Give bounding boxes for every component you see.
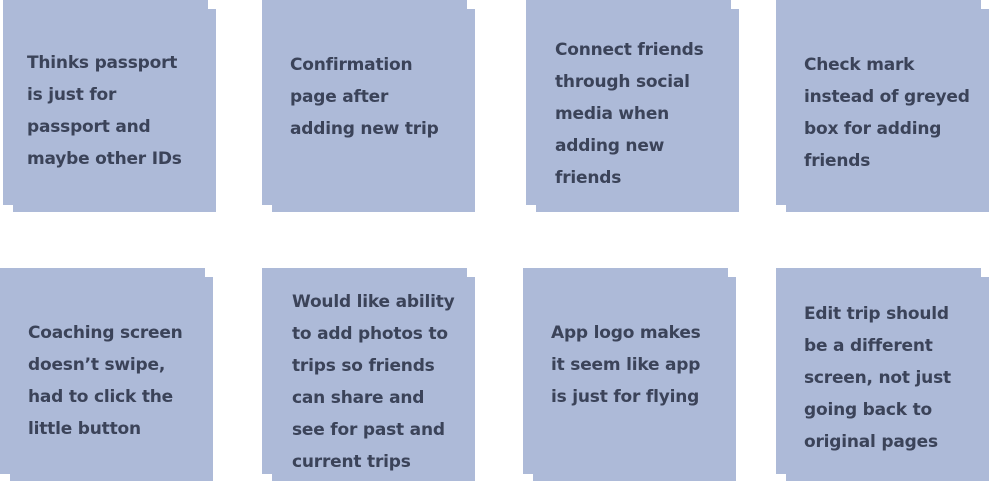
sticky-note-passport: Thinks passport is just for passport and… xyxy=(3,0,216,212)
note-line: instead of greyed xyxy=(804,87,970,107)
note-line: Check mark xyxy=(804,55,915,75)
note-line: adding new trip xyxy=(290,119,439,139)
sticky-note-app-logo: App logo makes it seem like app is just … xyxy=(523,268,736,481)
note-line: friends xyxy=(804,151,871,171)
note-text: Coaching screen doesn’t swipe, had to cl… xyxy=(28,317,201,445)
note-line: Coaching screen xyxy=(28,323,183,343)
note-line: had to click the xyxy=(28,387,173,407)
note-line: doesn’t swipe, xyxy=(28,355,166,375)
note-text: Thinks passport is just for passport and… xyxy=(27,47,204,175)
sticky-note-add-photos: Would like ability to add photos to trip… xyxy=(262,268,475,481)
note-line: little button xyxy=(28,419,141,439)
sticky-note-confirmation: Confirmation page after adding new trip xyxy=(262,0,475,212)
note-line: box for adding xyxy=(804,119,942,139)
note-line: be a different xyxy=(804,336,933,356)
note-line: can share and xyxy=(292,388,425,408)
note-line: Thinks passport xyxy=(27,53,178,73)
note-text: Confirmation page after adding new trip xyxy=(290,49,463,145)
note-line: media when xyxy=(555,104,670,124)
note-line: Edit trip should xyxy=(804,304,949,324)
note-line: Would like ability xyxy=(292,292,455,312)
note-line: maybe other IDs xyxy=(27,149,182,169)
note-line: friends xyxy=(555,168,622,188)
note-line: page after xyxy=(290,87,389,107)
note-text: App logo makes it seem like app is just … xyxy=(551,317,724,413)
note-line: going back to xyxy=(804,400,933,420)
note-line: through social xyxy=(555,72,690,92)
note-line: adding new xyxy=(555,136,665,156)
note-line: Confirmation xyxy=(290,55,413,75)
note-text: Would like ability to add photos to trip… xyxy=(292,286,463,478)
sticky-note-coaching-screen: Coaching screen doesn’t swipe, had to cl… xyxy=(0,268,213,481)
note-line: App logo makes xyxy=(551,323,701,343)
note-line: to add photos to xyxy=(292,324,448,344)
note-text: Connect friends through social media whe… xyxy=(555,34,727,194)
note-text: Check mark instead of greyed box for add… xyxy=(804,49,977,177)
note-line: trips so friends xyxy=(292,356,435,376)
note-line: screen, not just xyxy=(804,368,951,388)
sticky-note-connect-friends: Connect friends through social media whe… xyxy=(526,0,739,212)
note-line: it seem like app xyxy=(551,355,701,375)
note-line: is just for xyxy=(27,85,117,105)
note-line: see for past and xyxy=(292,420,445,440)
note-line: is just for flying xyxy=(551,387,700,407)
note-line: passport and xyxy=(27,117,151,137)
note-text: Edit trip should be a different screen, … xyxy=(804,298,977,458)
note-line: Connect friends xyxy=(555,40,704,60)
note-line: original pages xyxy=(804,432,938,452)
sticky-note-check-mark: Check mark instead of greyed box for add… xyxy=(776,0,989,212)
sticky-note-edit-trip: Edit trip should be a different screen, … xyxy=(776,268,989,481)
note-line: current trips xyxy=(292,452,411,472)
